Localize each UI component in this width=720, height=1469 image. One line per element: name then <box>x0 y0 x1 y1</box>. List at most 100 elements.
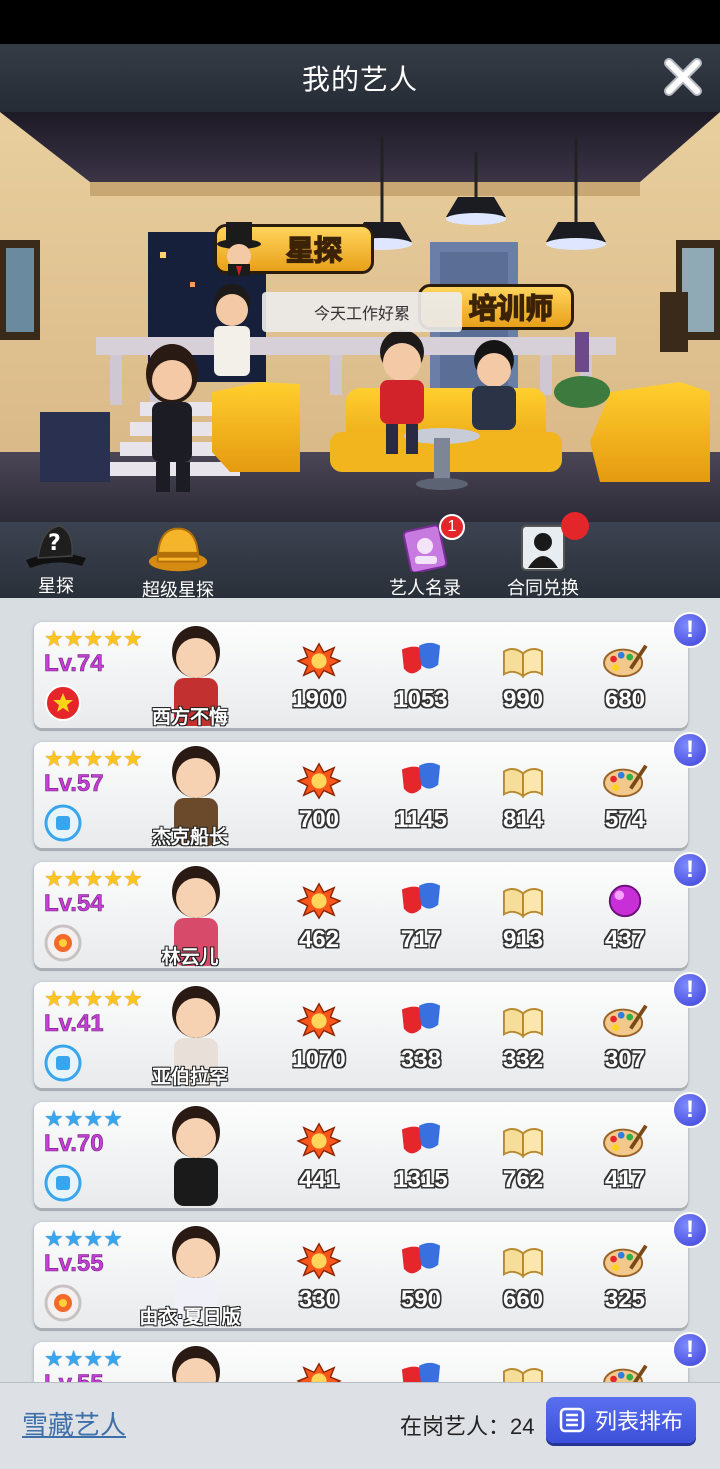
artist-stat: 717 <box>376 880 466 954</box>
list-layout-button[interactable]: 列表排布 <box>546 1397 696 1443</box>
contract-exchange-label: 合同兑换 <box>507 578 579 598</box>
stat-value: 660 <box>502 1286 544 1313</box>
star-icon: ★ <box>63 746 84 771</box>
open-book-icon <box>503 1008 543 1039</box>
page-title: 我的艺人 <box>301 64 418 95</box>
star-icon: ★ <box>63 626 84 651</box>
stat-value: 307 <box>604 1046 646 1073</box>
artist-stat <box>478 1360 568 1382</box>
active-label: 在岗艺人： <box>400 1414 511 1439</box>
stat-value: 330 <box>298 1286 340 1313</box>
artist-card[interactable]: ★ ★ ★ ★ Lv.55 由衣·夏日版 330 590 660 325! <box>34 1212 708 1328</box>
info-icon[interactable]: ! <box>672 972 708 1008</box>
artist-card[interactable]: ★ ★ ★ ★ ★ Lv.54 林云儿 462 717 913 437! <box>34 852 708 968</box>
artist-stat <box>274 1360 364 1382</box>
artist-stat: 574 <box>580 760 670 834</box>
info-icon[interactable]: ! <box>672 732 708 768</box>
catalog-badge: 1 <box>439 514 465 540</box>
open-book-icon <box>503 648 543 679</box>
drama-masks-icon <box>401 642 441 674</box>
close-button[interactable] <box>660 54 706 100</box>
artist-list[interactable]: ★ ★ ★ ★ ★ Lv.74 西方不悔 1900 1053 990 680! ★ ★ ★ ★ ★ Lv.57 杰… <box>0 598 720 1382</box>
stat-value: 680 <box>604 686 646 713</box>
benched-artists-link[interactable]: 雪藏艺人 <box>22 1405 126 1442</box>
artist-card[interactable]: ★ ★ ★ ★ ★ Lv.74 西方不悔 1900 1053 990 680! <box>34 612 708 728</box>
artist-card[interactable]: ★ ★ ★ ★ ★ Lv.57 杰克船长 700 1145 814 574! <box>34 732 708 848</box>
star-icon: ★ <box>63 1226 84 1251</box>
palette-icon <box>603 1364 648 1382</box>
artist-stat: 330 <box>274 1240 364 1314</box>
explosion-icon <box>296 762 342 800</box>
star-icon: ★ <box>103 1346 123 1371</box>
disco-ball-icon <box>608 884 642 918</box>
artist-level: Lv.54 <box>44 890 104 918</box>
artist-stat: 307 <box>580 1000 670 1074</box>
artist-card[interactable]: ★ ★ ★ ★ Lv.70 441 1315 762 417! <box>34 1092 708 1208</box>
stat-value: 437 <box>604 926 646 953</box>
star-icon: ★ <box>83 1106 104 1131</box>
artist-stat: 1070 <box>274 1000 364 1074</box>
scout-button[interactable]: ? 星探 <box>24 522 88 598</box>
stat-value: 1900 <box>292 686 346 713</box>
info-icon[interactable]: ! <box>672 852 708 888</box>
info-icon[interactable]: ! <box>672 1092 708 1128</box>
list-icon <box>559 1407 585 1433</box>
list-layout-label: 列表排布 <box>594 1409 683 1434</box>
info-icon[interactable]: ! <box>672 1332 708 1368</box>
artist-name: 西方不悔 <box>151 707 228 728</box>
super-scout-button[interactable]: 超级星探 <box>142 522 214 600</box>
artist-avatar <box>172 1106 220 1206</box>
explosion-icon <box>296 1002 342 1040</box>
star-rating: ★ ★ ★ ★ <box>44 1348 123 1370</box>
artist-card[interactable]: ★★★★Lv.55! <box>34 1332 708 1382</box>
artist-stat: 325 <box>580 1240 670 1314</box>
artist-stat: 1900 <box>274 640 364 714</box>
artist-level: Lv.74 <box>44 650 104 678</box>
open-book-icon <box>503 888 543 919</box>
palette-icon <box>603 644 648 678</box>
artist-stat: 462 <box>274 880 364 954</box>
title-bar: 我的艺人 <box>0 44 720 112</box>
info-icon[interactable]: ! <box>672 1212 708 1248</box>
info-icon[interactable]: ! <box>672 612 708 648</box>
footer: 雪藏艺人 在岗艺人：24 列表排布 <box>0 1382 720 1469</box>
star-rating: ★ ★ ★ ★ <box>44 1108 123 1130</box>
palette-icon <box>603 1004 648 1038</box>
artist-card[interactable]: ★ ★ ★ ★ ★ Lv.41 亚伯拉罕 1070 338 332 307! <box>34 972 708 1088</box>
top-hat-icon <box>217 222 261 276</box>
artist-stat: 441 <box>274 1120 364 1194</box>
flower-badge-icon <box>44 924 82 962</box>
stat-value: 814 <box>502 806 544 833</box>
character-man-white[interactable] <box>214 284 250 376</box>
artist-stat <box>376 1360 466 1382</box>
star-rating: ★ ★ ★ ★ ★ <box>44 628 143 650</box>
stat-value: 913 <box>502 926 544 953</box>
scout-label: 星探 <box>38 576 74 596</box>
artist-stat: 1145 <box>376 760 466 834</box>
contract-exchange-button[interactable]: 合同兑换 <box>496 512 590 598</box>
explosion-icon <box>296 642 342 680</box>
stat-value: 417 <box>604 1166 646 1193</box>
stat-value: 590 <box>400 1286 442 1313</box>
star-icon: ★ <box>103 626 123 651</box>
artist-stat: 913 <box>478 880 568 954</box>
artist-catalog-button[interactable]: 1 艺人名录 <box>378 514 472 598</box>
drama-masks-icon <box>401 762 441 794</box>
star-icon: ★ <box>103 986 123 1011</box>
star-icon: ★ <box>103 1106 123 1131</box>
artist-stat: 680 <box>580 640 670 714</box>
stat-value: 332 <box>502 1046 544 1073</box>
speech-bubble: 今天工作好累 <box>262 292 462 332</box>
artist-stat: 814 <box>478 760 568 834</box>
artist-stat <box>580 1360 670 1382</box>
palette-icon <box>603 1244 648 1278</box>
open-book-icon <box>503 1368 543 1382</box>
star-rating: ★ ★ ★ ★ ★ <box>44 748 143 770</box>
artist-stat: 332 <box>478 1000 568 1074</box>
explosion-icon <box>296 1242 342 1280</box>
star-rating: ★ ★ ★ ★ ★ <box>44 988 143 1010</box>
artist-name: 亚伯拉罕 <box>151 1067 228 1088</box>
star-icon: ★ <box>83 1346 104 1371</box>
star-icon: ★ <box>122 986 143 1011</box>
star-icon: ★ <box>83 1226 104 1251</box>
